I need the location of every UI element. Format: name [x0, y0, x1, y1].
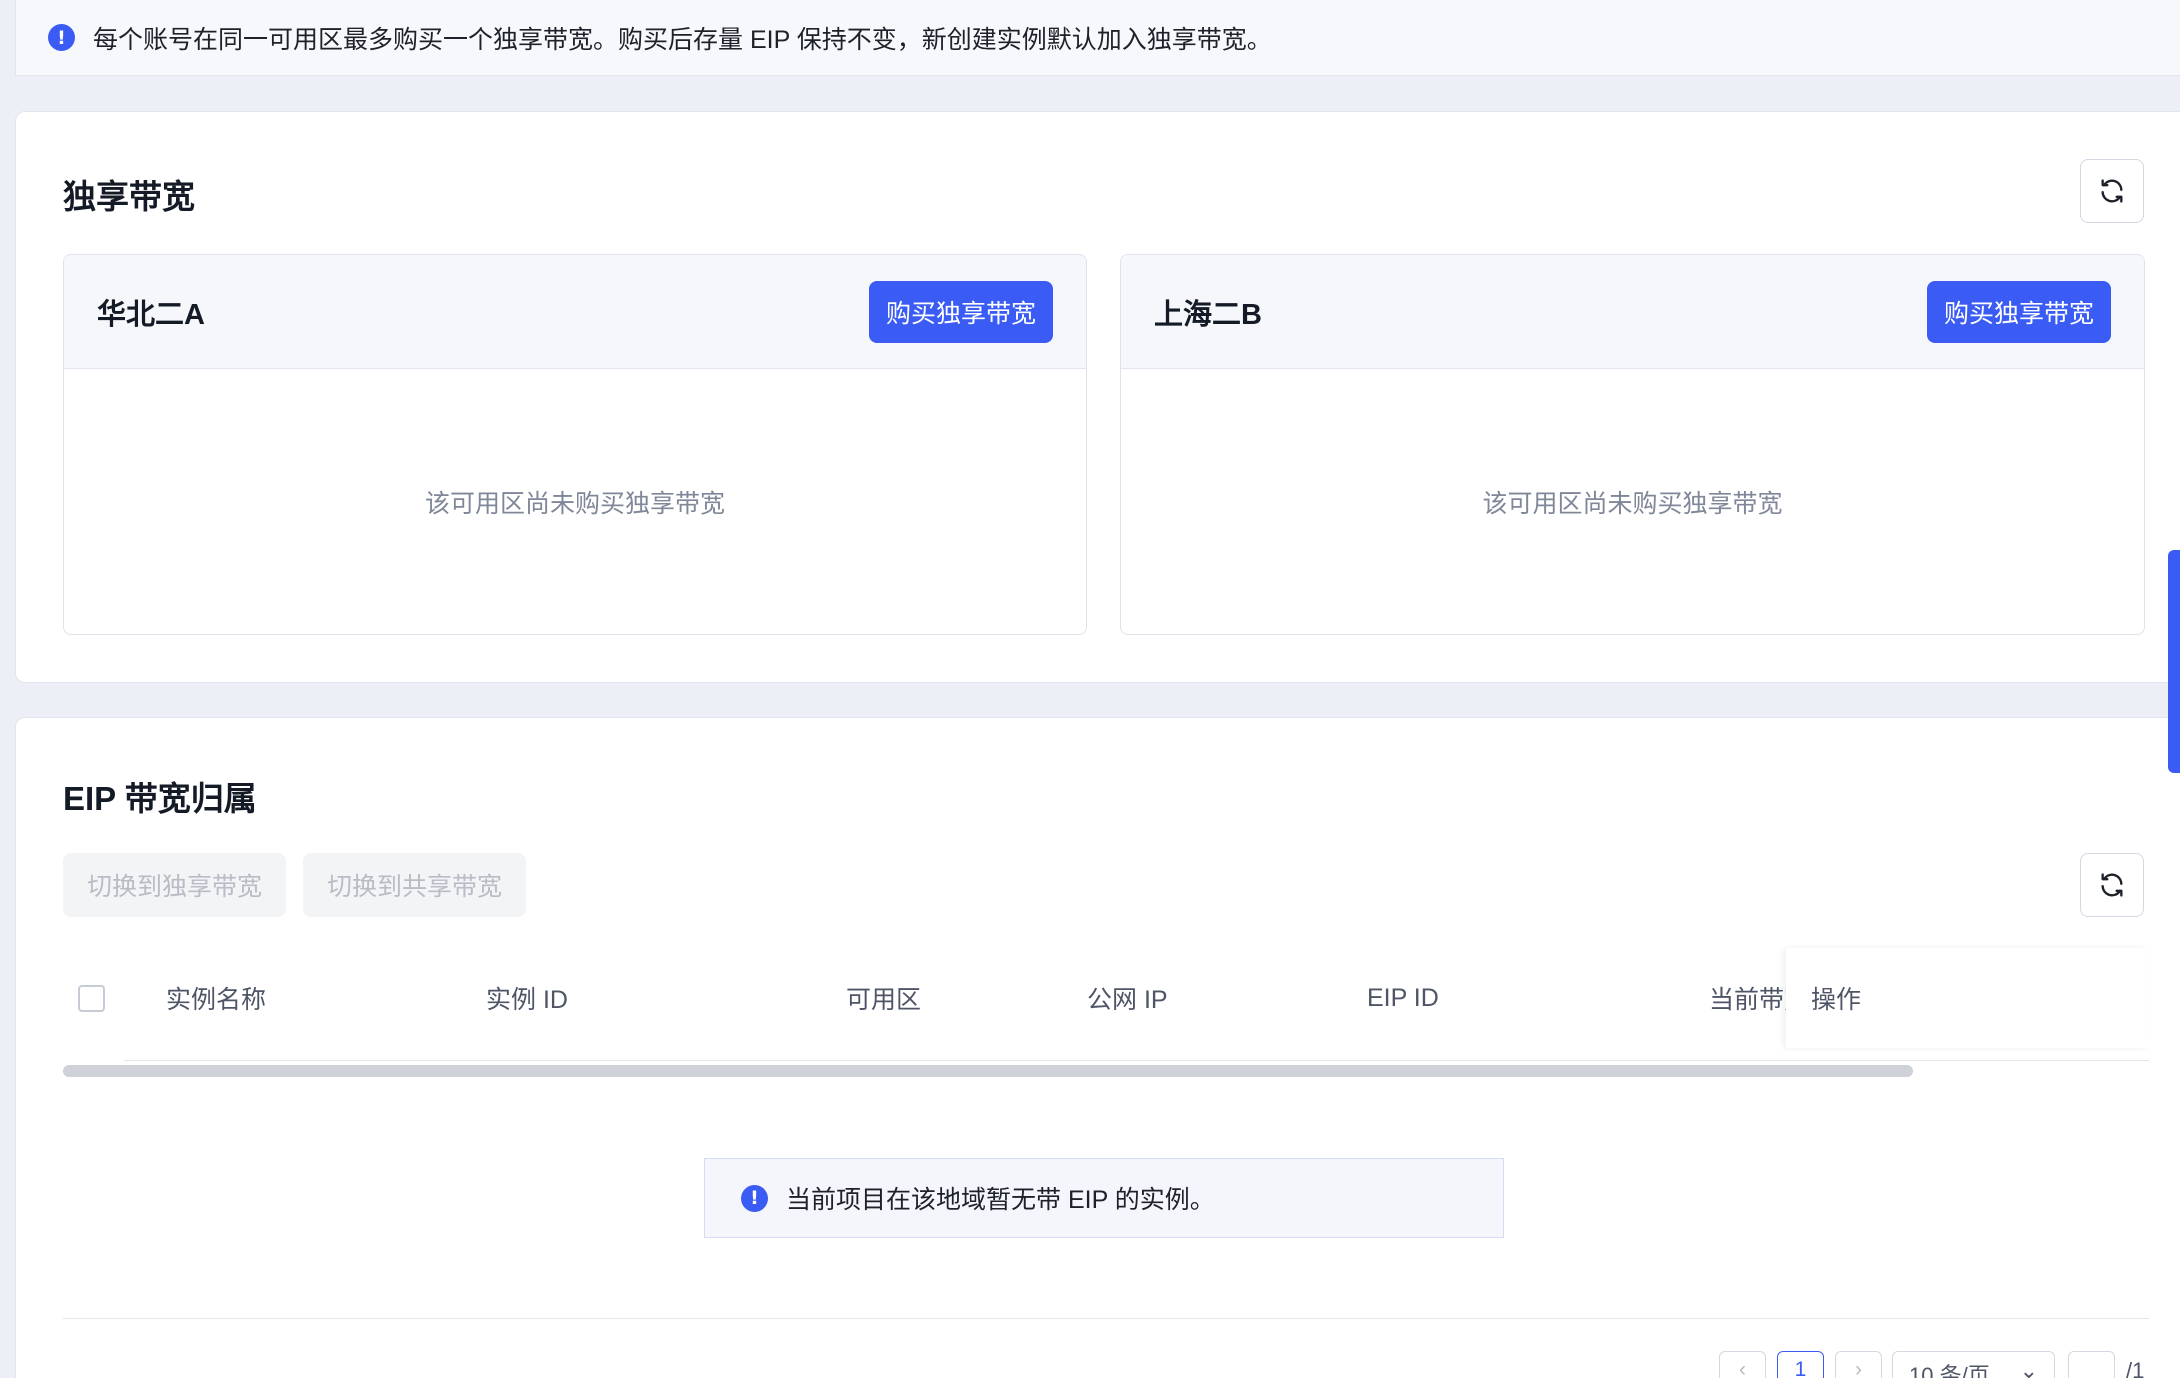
- column-header-instance-id: 实例 ID: [486, 986, 568, 1014]
- switch-to-exclusive-button[interactable]: 切换到独享带宽: [63, 853, 287, 917]
- zone-card-header: 华北二A 购买独享带宽: [64, 255, 1086, 369]
- table-header-divider: [124, 1060, 2149, 1061]
- notice-text: 每个账号在同一可用区最多购买一个独享带宽。购买后存量 EIP 保持不变，新创建实…: [93, 25, 1272, 54]
- empty-table-notice: ! 当前项目在该地域暂无带 EIP 的实例。: [704, 1158, 1504, 1238]
- info-icon: !: [48, 24, 75, 51]
- pagination-next-button[interactable]: ›: [1835, 1351, 1882, 1378]
- column-header-actions: 操作: [1786, 948, 2149, 1048]
- column-header-instance-name: 实例名称: [166, 986, 267, 1014]
- zone-card-shanghai: 上海二B 购买独享带宽 该可用区尚未购买独享带宽: [1120, 254, 2145, 635]
- column-header-eip-id: EIP ID: [1367, 983, 1439, 1012]
- notice-bar: ! 每个账号在同一可用区最多购买一个独享带宽。购买后存量 EIP 保持不变，新创…: [15, 0, 2180, 76]
- horizontal-scrollbar[interactable]: [63, 1065, 1913, 1077]
- refresh-icon: [2101, 873, 2123, 897]
- empty-table-text: 当前项目在该地域暂无带 EIP 的实例。: [786, 1186, 1215, 1214]
- refresh-icon: [2101, 179, 2123, 203]
- eip-bandwidth-title: EIP 带宽归属: [63, 780, 257, 817]
- page-size-value: 10 条/页: [1909, 1363, 1990, 1378]
- exclusive-refresh-button[interactable]: [2080, 159, 2144, 223]
- column-header-current-bandwidth: 当前带宽: [1709, 986, 1786, 1014]
- buy-exclusive-bandwidth-button[interactable]: 购买独享带宽: [868, 280, 1053, 343]
- eip-bandwidth-card: EIP 带宽归属 切换到独享带宽 切换到共享带宽 实例名称 实例 ID 可用区 …: [15, 717, 2180, 1378]
- eip-refresh-button[interactable]: [2080, 853, 2144, 917]
- exclusive-bandwidth-card: 独享带宽 华北二A 购买独享带宽 该可用区尚未购买独享带宽 上海二B 购买独享带…: [15, 111, 2180, 683]
- table-header-scroll: 实例名称 实例 ID 可用区 公网 IP EIP ID 当前带宽: [63, 948, 1786, 1048]
- zone-card-huabei: 华北二A 购买独享带宽 该可用区尚未购买独享带宽: [63, 254, 1087, 635]
- table-footer-divider: [63, 1318, 2149, 1319]
- zone-name: 上海二B: [1154, 298, 1262, 331]
- pagination-prev-button[interactable]: ‹: [1719, 1351, 1766, 1378]
- switch-to-shared-button[interactable]: 切换到共享带宽: [303, 853, 527, 917]
- info-icon: !: [741, 1184, 768, 1212]
- zone-empty-text: 该可用区尚未购买独享带宽: [1482, 490, 1783, 518]
- chevron-down-icon: ⌄: [2019, 1358, 2038, 1378]
- column-header-zone: 可用区: [846, 986, 922, 1014]
- vertical-scrollbar[interactable]: [2168, 550, 2180, 773]
- column-header-public-ip: 公网 IP: [1087, 986, 1168, 1014]
- pagination-page-1[interactable]: 1: [1777, 1351, 1824, 1378]
- zone-empty-text: 该可用区尚未购买独享带宽: [424, 490, 725, 518]
- buy-exclusive-bandwidth-button[interactable]: 购买独享带宽: [1926, 280, 2111, 343]
- total-pages: /1: [2126, 1358, 2145, 1378]
- table-header: 实例名称 实例 ID 可用区 公网 IP EIP ID 当前带宽 操作: [63, 948, 2149, 1048]
- page-jump-input[interactable]: [2068, 1351, 2115, 1378]
- zone-card-header: 上海二B 购买独享带宽: [1121, 255, 2144, 369]
- zone-name: 华北二A: [97, 298, 205, 331]
- page-size-select[interactable]: 10 条/页 ⌄: [1892, 1351, 2055, 1378]
- column-header-actions-label: 操作: [1811, 986, 1862, 1014]
- exclusive-bandwidth-title: 独享带宽: [63, 178, 195, 215]
